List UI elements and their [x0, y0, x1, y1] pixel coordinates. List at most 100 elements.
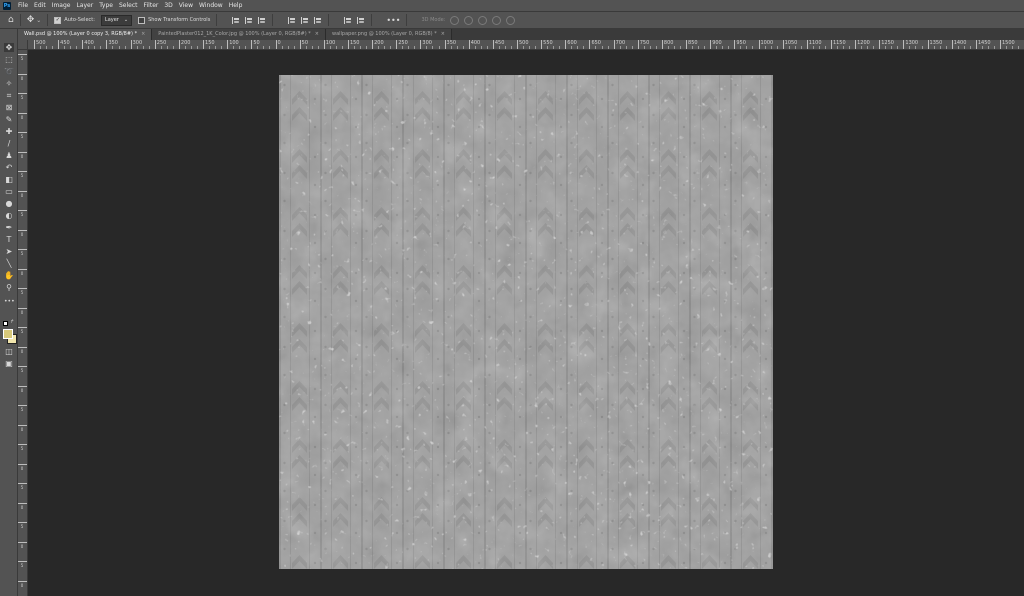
close-icon[interactable]: × — [441, 29, 445, 40]
move-tool-icon[interactable]: ✥ — [27, 15, 35, 25]
horizontal-ruler[interactable]: 500 450 400 350 300 250 200 150 100 50 0 50 100 150 20… — [28, 40, 1024, 50]
divider — [328, 14, 330, 26]
menu-view[interactable]: View — [176, 2, 196, 9]
menu-window[interactable]: Window — [196, 2, 226, 9]
distribute-horizontal-icon[interactable] — [356, 16, 365, 25]
menu-image[interactable]: Image — [49, 2, 74, 9]
distribute-vertical-icon[interactable] — [343, 16, 352, 25]
align-right-icon[interactable] — [257, 16, 266, 25]
ruler-minor-tick — [770, 46, 772, 49]
document-canvas[interactable] — [279, 75, 773, 569]
ruler-corner[interactable] — [18, 40, 28, 50]
align-vertical-center-icon[interactable] — [300, 16, 309, 25]
transform-controls-toggle[interactable]: Show Transform Controls — [138, 16, 210, 24]
move-tool-icon[interactable]: ✥ — [4, 43, 14, 52]
menu-layer[interactable]: Layer — [73, 2, 96, 9]
auto-select-toggle[interactable]: ✓ Auto-Select: — [54, 16, 95, 24]
ruler-tick-label: 5 — [20, 290, 24, 295]
ruler-minor-tick — [794, 46, 796, 49]
document-tab-wallpaper[interactable]: wallpaper.png @ 100% (Layer 0, RGB/8) * … — [326, 29, 452, 40]
ruler-minor-tick — [52, 46, 54, 49]
dropdown-value: Layer — [104, 16, 119, 23]
ruler-tick-label: 0 — [20, 504, 24, 510]
foreground-color-swatch[interactable] — [3, 329, 13, 339]
ruler-major-tick — [903, 40, 905, 49]
gradient-tool-icon[interactable]: ▭ — [4, 187, 14, 196]
ruler-minor-tick — [692, 46, 694, 49]
type-tool-icon[interactable]: T — [4, 235, 14, 244]
ruler-minor-tick — [915, 46, 917, 49]
menu-type[interactable]: Type — [96, 2, 116, 9]
menu-filter[interactable]: Filter — [141, 2, 162, 9]
menu-help[interactable]: Help — [226, 2, 246, 9]
menu-edit[interactable]: Edit — [31, 2, 49, 9]
document-tab-painted-plaster[interactable]: PaintedPlaster012_1K_Color.jpg @ 100% (L… — [152, 29, 326, 40]
more-tools-icon[interactable]: ••• — [4, 297, 15, 306]
marquee-tool-icon[interactable]: ⬚ — [4, 55, 14, 64]
eyedropper-tool-icon[interactable]: ✎ — [4, 115, 14, 124]
close-icon[interactable]: × — [141, 29, 145, 40]
divider — [19, 14, 21, 26]
align-top-icon[interactable] — [287, 16, 296, 25]
crop-tool-icon[interactable]: ⌗ — [4, 91, 14, 100]
ruler-tick-label: 0 — [20, 582, 24, 588]
frame-tool-icon[interactable]: ⊠ — [4, 103, 14, 112]
dodge-tool-icon[interactable]: ◐ — [4, 211, 14, 220]
home-icon[interactable]: ⌂ — [8, 15, 14, 25]
brush-tool-icon[interactable]: / — [4, 139, 14, 148]
auto-select-target-dropdown[interactable]: Layer ⌄ — [100, 14, 133, 26]
3d-scale-icon[interactable] — [506, 15, 516, 25]
ruler-minor-tick — [607, 46, 609, 49]
3d-slide-icon[interactable] — [492, 15, 502, 25]
ruler-minor-tick — [378, 46, 380, 49]
menu-select[interactable]: Select — [116, 2, 141, 9]
ruler-major-tick — [758, 40, 760, 49]
more-options-icon[interactable]: ••• — [386, 16, 400, 25]
align-horizontal-center-icon[interactable] — [244, 16, 253, 25]
screen-mode-icon[interactable]: ▣ — [4, 359, 14, 368]
divider — [272, 14, 274, 26]
ruler-tick-label: 0 — [20, 153, 24, 159]
ruler-major-tick — [18, 229, 27, 231]
healing-brush-tool-icon[interactable]: ✚ — [4, 127, 14, 136]
ruler-major-tick — [58, 40, 60, 49]
align-bottom-icon[interactable] — [313, 16, 322, 25]
hand-tool-icon[interactable]: ✋ — [4, 271, 14, 280]
swap-colors-icon[interactable]: ↱ — [10, 319, 14, 325]
document-tab-wall[interactable]: Wall.psd @ 100% (Layer 0 copy 3, RGB/8#)… — [18, 29, 153, 40]
close-icon[interactable]: × — [315, 29, 319, 40]
ruler-major-tick — [18, 327, 27, 328]
ruler-minor-tick — [746, 46, 748, 49]
default-colors-icon[interactable] — [3, 321, 8, 326]
ruler-minor-tick — [1006, 46, 1008, 49]
ruler-major-tick — [734, 40, 736, 49]
chevron-down-icon[interactable]: ⌄ — [36, 17, 41, 24]
align-left-icon[interactable] — [231, 16, 240, 25]
zoom-tool-icon[interactable]: ⚲ — [4, 283, 14, 292]
menu-3d[interactable]: 3D — [161, 2, 175, 9]
ruler-tick-label: 5 — [20, 563, 24, 568]
path-selection-tool-icon[interactable]: ➤ — [4, 247, 14, 256]
menu-file[interactable]: File — [15, 2, 31, 9]
history-brush-tool-icon[interactable]: ↶ — [4, 163, 14, 172]
pen-tool-icon[interactable]: ✒ — [4, 223, 14, 232]
document-tab-bar: Wall.psd @ 100% (Layer 0 copy 3, RGB/8#)… — [18, 29, 1024, 40]
quick-mask-icon[interactable]: ◫ — [4, 347, 14, 356]
transform-controls-checkbox[interactable] — [138, 16, 146, 24]
magic-wand-tool-icon[interactable]: ✧ — [4, 79, 14, 88]
ruler-tick-label: 0 — [20, 114, 24, 120]
ruler-minor-tick — [88, 46, 90, 49]
line-tool-icon[interactable]: ╲ — [4, 259, 14, 268]
eraser-tool-icon[interactable]: ◧ — [4, 175, 14, 184]
lasso-tool-icon[interactable]: ➰ — [4, 67, 14, 76]
ruler-minor-tick — [722, 46, 724, 49]
clone-stamp-tool-icon[interactable]: ♟ — [4, 151, 14, 160]
vertical-ruler[interactable]: 5 0 5 0 5 0 5 0 5 0 5 0 5 0 5 0 5 0 5 0 5 0 5 0 5 0 5 0 — [18, 50, 28, 596]
3d-pan-icon[interactable] — [478, 15, 488, 25]
3d-orbit-icon[interactable] — [450, 15, 460, 25]
auto-select-checkbox[interactable]: ✓ — [54, 16, 62, 24]
blur-tool-icon[interactable]: ● — [4, 199, 14, 208]
ruler-tick-label: 0 — [277, 40, 281, 46]
3d-roll-icon[interactable] — [464, 15, 474, 25]
ruler-tick-label: 5 — [20, 212, 24, 217]
